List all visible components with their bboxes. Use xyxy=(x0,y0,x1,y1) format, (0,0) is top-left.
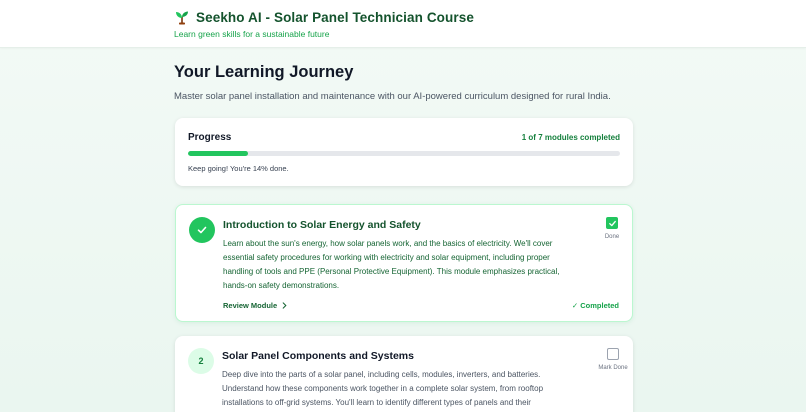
review-module-label: Review Module xyxy=(223,301,278,310)
app-header: Seekho AI - Solar Panel Technician Cours… xyxy=(0,0,806,48)
progress-bar-fill xyxy=(188,151,249,156)
page-title: Your Learning Journey xyxy=(174,63,354,81)
seedling-icon xyxy=(176,11,188,25)
module-status-label: Mark Done xyxy=(598,365,628,371)
module-complete-badge xyxy=(189,217,215,243)
module-description: Deep dive into the parts of a solar pane… xyxy=(222,370,544,407)
progress-card: Progress 1 of 7 modules completed Keep g… xyxy=(175,118,633,186)
completed-tag: ✓ Completed xyxy=(571,301,619,310)
module-status-label: Done xyxy=(604,234,620,240)
module-description: Learn about the sun's energy, how solar … xyxy=(223,239,560,290)
module-done-checkbox[interactable] xyxy=(606,217,618,229)
page: Seekho AI - Solar Panel Technician Cours… xyxy=(0,0,806,412)
module-title: Solar Panel Components and Systems xyxy=(222,350,414,362)
progress-note: Keep going! You're 14% done. xyxy=(188,164,289,173)
module-card-2: 2 Solar Panel Components and Systems Dee… xyxy=(175,336,633,412)
module-number-badge: 2 xyxy=(188,348,214,374)
review-module-link[interactable]: Review Module xyxy=(223,301,288,310)
progress-count: 1 of 7 modules completed xyxy=(521,133,620,142)
progress-label: Progress xyxy=(188,132,232,143)
check-icon xyxy=(608,220,616,226)
module-title: Introduction to Solar Energy and Safety xyxy=(223,219,421,231)
module-card-1: Introduction to Solar Energy and Safety … xyxy=(175,204,633,322)
chevron-right-icon xyxy=(282,302,287,309)
brand: Seekho AI - Solar Panel Technician Cours… xyxy=(174,9,474,25)
progress-bar xyxy=(188,151,620,156)
app-tagline: Learn green skills for a sustainable fut… xyxy=(174,29,330,39)
module-mark-done-checkbox[interactable] xyxy=(607,348,619,360)
app-title: Seekho AI - Solar Panel Technician Cours… xyxy=(196,9,474,25)
page-description: Master solar panel installation and main… xyxy=(174,91,611,102)
check-icon xyxy=(197,226,207,234)
